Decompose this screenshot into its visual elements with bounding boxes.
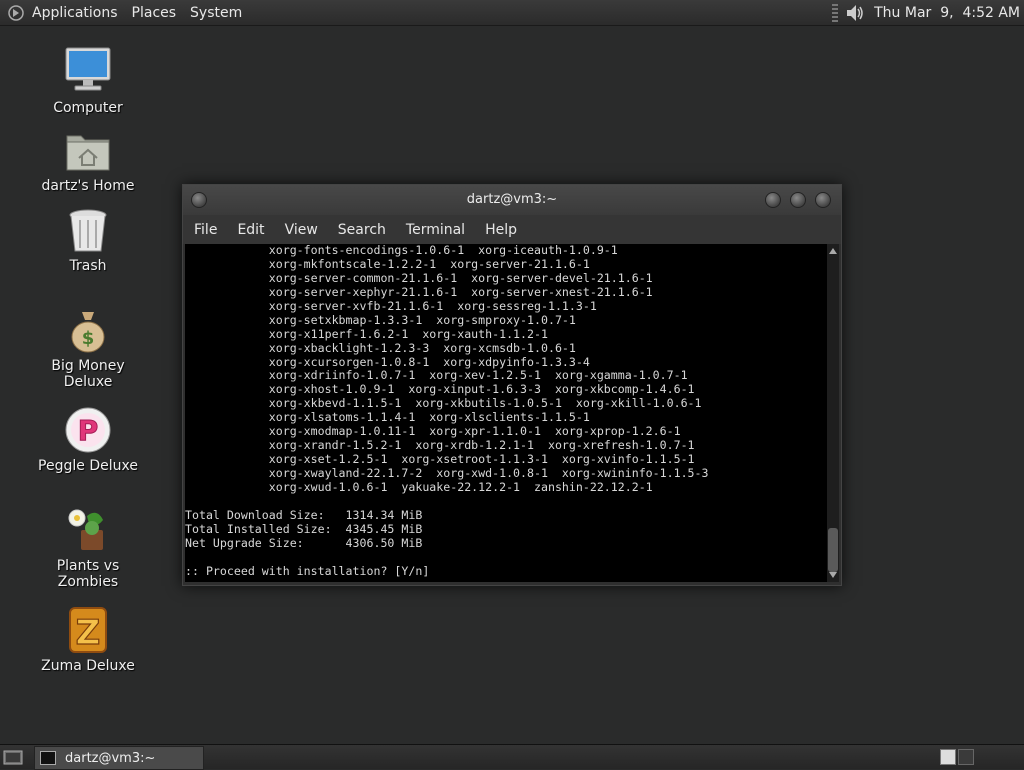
terminal-line: xorg-server-xvfb-21.1.6-1 xorg-sessreg-1… — [185, 298, 597, 313]
clock[interactable]: Thu Mar 9, 4:52 AM — [874, 5, 1020, 21]
terminal-line: Total Download Size: 1314.34 MiB — [185, 507, 423, 522]
volume-icon[interactable] — [844, 2, 866, 24]
terminal-line: :: Proceed with installation? [Y/n] — [185, 563, 430, 578]
plants-vs-zombies-icon — [68, 509, 103, 550]
home-folder-icon — [66, 135, 110, 171]
maximize-button[interactable] — [790, 192, 806, 208]
workspace-2[interactable] — [958, 749, 974, 765]
menu-help[interactable]: Help — [485, 222, 517, 238]
top-panel: Applications Places System Thu Mar 9, 4:… — [0, 0, 1024, 26]
panel-handle — [832, 3, 839, 22]
zuma-icon: Z — [69, 607, 107, 654]
terminal-window[interactable]: dartz@vm3:~ File Edit View Search Termin… — [182, 184, 842, 586]
gnome-foot-icon[interactable] — [8, 4, 24, 21]
terminal-line: xorg-xset-1.2.5-1 xorg-xsetroot-1.1.3-1 … — [185, 452, 695, 467]
desktop-icon-zuma[interactable]: Z Zuma Deluxe — [28, 606, 148, 674]
scroll-up-arrow[interactable] — [829, 248, 837, 254]
terminal-line: Total Installed Size: 4345.45 MiB — [185, 521, 423, 536]
terminal-line: xorg-xdriinfo-1.0.7-1 xorg-xev-1.2.5-1 x… — [185, 368, 688, 383]
svg-text:$: $ — [82, 328, 95, 349]
menu-edit[interactable]: Edit — [237, 222, 264, 238]
desktop-icon-computer[interactable]: Computer — [28, 46, 148, 116]
terminal-line: xorg-setxkbmap-1.3.3-1 xorg-smproxy-1.0.… — [185, 312, 576, 327]
bottom-panel: dartz@vm3:~ — [0, 744, 1024, 770]
desktop-icon-label: Zuma Deluxe — [41, 658, 135, 674]
desktop-icon-label: Peggle Deluxe — [38, 458, 138, 474]
terminal-line: xorg-server-common-21.1.6-1 xorg-server-… — [185, 270, 653, 285]
desktop-icon-label: dartz's Home — [41, 178, 135, 194]
scroll-down-arrow[interactable] — [829, 572, 837, 578]
svg-text:P: P — [78, 414, 99, 447]
terminal-line: xorg-server-xephyr-21.1.6-1 xorg-server-… — [185, 284, 653, 299]
terminal-line: xorg-x11perf-1.6.2-1 xorg-xauth-1.1.2-1 — [185, 326, 548, 341]
menu-view[interactable]: View — [285, 222, 318, 238]
menu-terminal[interactable]: Terminal — [406, 222, 465, 238]
terminal-line: xorg-fonts-encodings-1.0.6-1 xorg-iceaut… — [185, 244, 618, 257]
terminal-line: xorg-mkfontscale-1.2.2-1 xorg-server-21.… — [185, 256, 590, 271]
taskbar-label: dartz@vm3:~ — [65, 750, 156, 766]
system-menu[interactable]: System — [190, 5, 242, 21]
money-bag-icon: $ — [71, 312, 105, 353]
terminal-line: Net Upgrade Size: 4306.50 MiB — [185, 535, 423, 550]
trash-icon — [69, 209, 107, 252]
desktop-icon-peggle[interactable]: P Peggle Deluxe — [28, 406, 148, 474]
desktop-icon-label: Big Money Deluxe — [51, 358, 125, 390]
terminal-line: xorg-xwud-1.0.6-1 yakuake-22.12.2-1 zans… — [185, 479, 653, 494]
menu-file[interactable]: File — [194, 222, 217, 238]
desktop-icon-trash[interactable]: Trash — [28, 208, 148, 274]
desktop-icon-big-money[interactable]: $ Big Money Deluxe — [28, 308, 148, 390]
terminal-icon — [40, 751, 56, 765]
desktop-icon-label: Trash — [69, 258, 107, 274]
terminal-output[interactable]: xorg-fonts-encodings-1.0.6-1 xorg-iceaut… — [185, 244, 827, 582]
terminal-line: xorg-xrandr-1.5.2-1 xorg-xrdb-1.2.1-1 xo… — [185, 438, 695, 453]
terminal-line: xorg-xmodmap-1.0.11-1 xorg-xpr-1.1.0-1 x… — [185, 424, 681, 439]
minimize-button[interactable] — [765, 192, 781, 208]
peggle-icon: P — [65, 407, 111, 453]
applications-menu[interactable]: Applications — [32, 5, 118, 21]
terminal-line: xorg-xbacklight-1.2.3-3 xorg-xcmsdb-1.0.… — [185, 340, 576, 355]
desktop-icon-home[interactable]: dartz's Home — [28, 128, 148, 194]
terminal-menubar: File Edit View Search Terminal Help — [183, 215, 841, 244]
window-title: dartz@vm3:~ — [466, 192, 558, 207]
terminal-line: xorg-xhost-1.0.9-1 xorg-xinput-1.6.3-3 x… — [185, 382, 695, 397]
terminal-line: xorg-xlsatoms-1.1.4-1 xorg-xlsclients-1.… — [185, 410, 590, 425]
window-titlebar[interactable]: dartz@vm3:~ — [183, 185, 841, 215]
scroll-thumb[interactable] — [828, 528, 838, 572]
panel-tray: Thu Mar 9, 4:52 AM — [832, 0, 1024, 25]
show-desktop-icon[interactable] — [3, 748, 23, 766]
desktop-icon-label: Plants vs Zombies — [56, 558, 120, 590]
close-button[interactable] — [815, 192, 831, 208]
terminal-line: xorg-xwayland-22.1.7-2 xorg-xwd-1.0.8-1 … — [185, 466, 709, 480]
taskbar-terminal[interactable]: dartz@vm3:~ — [34, 746, 204, 770]
terminal-line: xorg-xcursorgen-1.0.8-1 xorg-xdpyinfo-1.… — [185, 354, 590, 369]
desktop-icon-label: Computer — [53, 100, 123, 116]
places-menu[interactable]: Places — [132, 5, 177, 21]
workspace-1[interactable] — [940, 749, 956, 765]
terminal-scrollbar[interactable] — [827, 244, 839, 582]
terminal-line: xorg-xkbevd-1.1.5-1 xorg-xkbutils-1.0.5-… — [185, 396, 702, 411]
svg-text:Z: Z — [76, 613, 101, 653]
menu-search[interactable]: Search — [338, 222, 386, 238]
computer-icon — [65, 47, 111, 91]
desktop-icon-pvz[interactable]: Plants vs Zombies — [28, 506, 148, 590]
